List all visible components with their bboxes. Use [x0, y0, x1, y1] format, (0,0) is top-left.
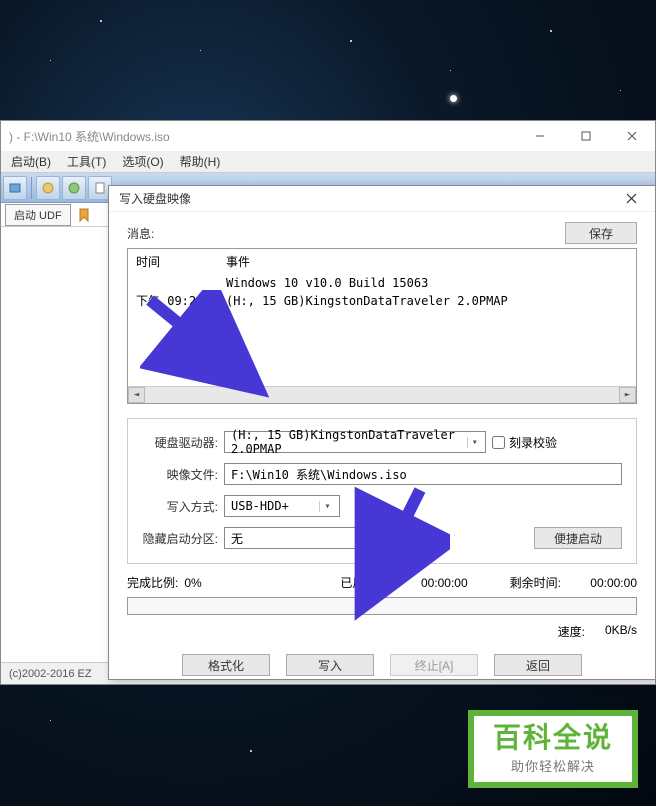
form-group: 硬盘驱动器: (H:, 15 GB)KingstonDataTraveler 2… — [127, 418, 637, 564]
chevron-down-icon: ▾ — [319, 501, 335, 512]
dialog-title: 写入硬盘映像 — [119, 190, 191, 207]
speed-value: 0KB/s — [605, 623, 637, 640]
write-disk-image-dialog: 写入硬盘映像 消息: 保存 时间 事件 Windows 10 v10.0 Bui… — [108, 185, 656, 680]
hidden-boot-select[interactable]: 无 ▾ — [224, 527, 380, 549]
format-button[interactable]: 格式化 — [182, 654, 270, 676]
toolbar-icon-2[interactable] — [36, 176, 60, 200]
watermark-subtitle: 助你轻松解决 — [511, 756, 595, 775]
progress-label: 完成比例: — [127, 574, 178, 591]
toolbar-icon-1[interactable] — [3, 176, 27, 200]
elapsed-value: 00:00:00 — [398, 576, 468, 590]
image-file-label: 映像文件: — [142, 466, 218, 483]
stop-button: 终止[A] — [390, 654, 478, 676]
messages-label: 消息: — [127, 225, 154, 242]
chevron-down-icon: ▾ — [359, 533, 375, 544]
progress-bar — [127, 597, 637, 615]
window-controls — [517, 121, 655, 151]
watermark-title: 百科全说 — [493, 724, 613, 752]
log-box: 时间 事件 Windows 10 v10.0 Build 15063 下午 09… — [127, 248, 637, 404]
drive-label: 硬盘驱动器: — [142, 434, 218, 451]
save-button[interactable]: 保存 — [565, 222, 637, 244]
remaining-value: 00:00:00 — [567, 576, 637, 590]
copyright-text: (c)2002-2016 EZ — [9, 668, 92, 680]
speed-label: 速度: — [558, 623, 585, 640]
maximize-button[interactable] — [563, 121, 609, 151]
quick-boot-button[interactable]: 便捷启动 — [534, 527, 622, 549]
log-row: Windows 10 v10.0 Build 15063 — [136, 274, 628, 292]
write-mode-label: 写入方式: — [142, 498, 218, 515]
scroll-track[interactable] — [145, 387, 619, 403]
elapsed-label: 已用时间: — [340, 574, 391, 591]
toolbar-icon-3[interactable] — [62, 176, 86, 200]
menu-options[interactable]: 选项(O) — [116, 151, 169, 172]
menubar: 启动(B) 工具(T) 选项(O) 帮助(H) — [1, 151, 655, 173]
verify-checkbox[interactable]: 刻录校验 — [492, 434, 557, 451]
scroll-left-arrow[interactable]: ◄ — [128, 387, 145, 403]
log-header-event: 事件 — [226, 253, 628, 270]
log-row: 下午 09:28:24 (H:, 15 GB)KingstonDataTrave… — [136, 292, 628, 310]
remaining-label: 剩余时间: — [510, 574, 561, 591]
progress-value: 0% — [184, 576, 244, 590]
menu-help[interactable]: 帮助(H) — [174, 151, 227, 172]
window-title: ) - F:\Win10 系统\Windows.iso — [9, 128, 170, 145]
dialog-close-button[interactable] — [611, 188, 651, 210]
scroll-right-arrow[interactable]: ► — [619, 387, 636, 403]
watermark: 百科全说 助你轻松解决 — [468, 710, 638, 788]
tab-boot-udf[interactable]: 启动 UDF — [5, 204, 71, 226]
verify-checkbox-input[interactable] — [492, 436, 505, 449]
close-button[interactable] — [609, 121, 655, 151]
write-mode-select[interactable]: USB-HDD+ ▾ — [224, 495, 340, 517]
titlebar: ) - F:\Win10 系统\Windows.iso — [1, 121, 655, 151]
hidden-boot-label: 隐藏启动分区: — [142, 530, 218, 547]
minimize-button[interactable] — [517, 121, 563, 151]
chevron-down-icon: ▾ — [467, 437, 481, 448]
drive-select[interactable]: (H:, 15 GB)KingstonDataTraveler 2.0PMAP … — [224, 431, 486, 453]
back-button[interactable]: 返回 — [494, 654, 582, 676]
dialog-titlebar: 写入硬盘映像 — [109, 186, 655, 212]
menu-tools[interactable]: 工具(T) — [61, 151, 112, 172]
write-button[interactable]: 写入 — [286, 654, 374, 676]
menu-boot[interactable]: 启动(B) — [5, 151, 57, 172]
bookmark-icon — [77, 208, 91, 222]
log-horizontal-scrollbar[interactable]: ◄ ► — [128, 386, 636, 403]
log-header-time: 时间 — [136, 253, 226, 270]
image-file-field[interactable]: F:\Win10 系统\Windows.iso — [224, 463, 622, 485]
